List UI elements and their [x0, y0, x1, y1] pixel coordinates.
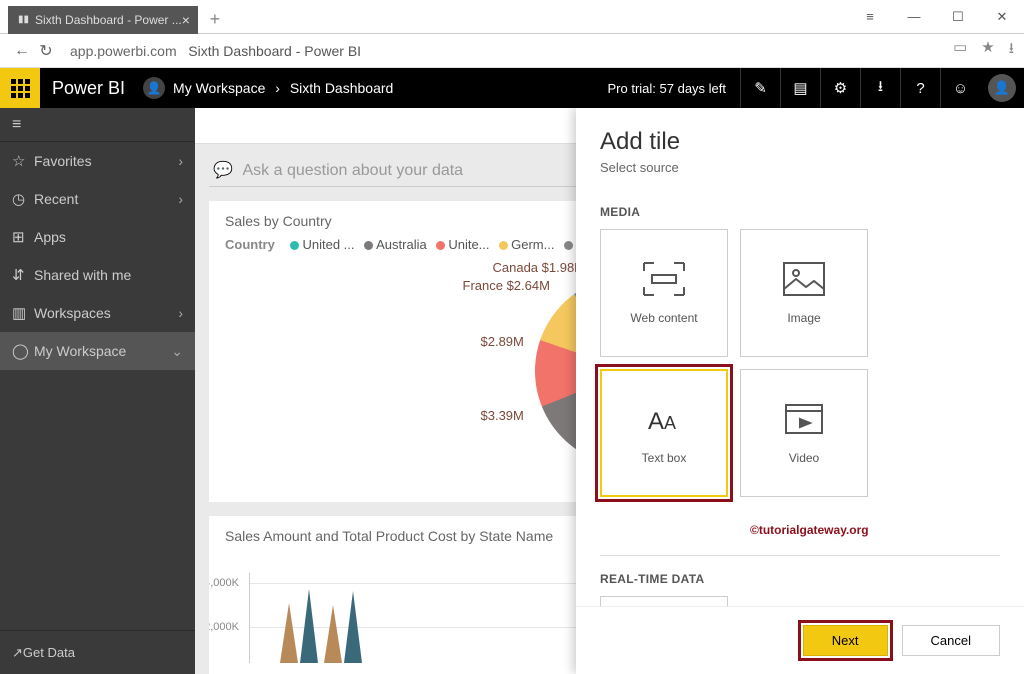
close-window-icon[interactable]: ✕	[980, 0, 1024, 34]
section-media-label: MEDIA	[600, 205, 1000, 219]
download-icon[interactable]: ⭳	[860, 68, 900, 108]
dashboard-canvas: ＋Add tile 📈Usage metrics ⇆View relat 💬 A…	[195, 108, 1024, 674]
hamburger-icon[interactable]: ≡	[0, 108, 195, 142]
help-icon[interactable]: ?	[900, 68, 940, 108]
app-launcher-button[interactable]	[0, 68, 40, 108]
arrow-icon: ↗	[12, 645, 23, 661]
workspace-icon: ▥	[12, 304, 34, 322]
add-tile-panel: Add tile Select source MEDIA Web content…	[576, 108, 1024, 674]
chevron-right-icon: ›	[178, 305, 183, 321]
maximize-icon[interactable]: ☐	[936, 0, 980, 34]
close-icon[interactable]: ×	[182, 12, 190, 28]
sidebar-item-shared[interactable]: ⇵Shared with me	[0, 256, 195, 294]
browser-titlebar: ▮▮ Sixth Dashboard - Power ... × + ≡ — ☐…	[0, 0, 1024, 34]
sidebar-item-recent[interactable]: ◷Recent›	[0, 180, 195, 218]
url-field[interactable]: app.powerbi.com Sixth Dashboard - Power …	[70, 43, 361, 59]
web-content-icon	[642, 261, 686, 297]
svg-text:A: A	[648, 408, 664, 435]
tile-image[interactable]: Image	[740, 229, 868, 357]
share-icon: ⇵	[12, 266, 34, 284]
bookmark-icon[interactable]: ★	[981, 38, 994, 63]
address-bar: ← ↻ app.powerbi.com Sixth Dashboard - Po…	[0, 34, 1024, 68]
waffle-icon	[11, 79, 30, 98]
tile-video[interactable]: Video	[740, 369, 868, 497]
panel-title: Add tile	[600, 128, 1000, 156]
sidebar-item-my-workspace[interactable]: ◯My Workspace⌄	[0, 332, 195, 370]
settings-icon[interactable]: ⚙	[820, 68, 860, 108]
avatar[interactable]: 👤	[988, 74, 1016, 102]
person-icon: 👤	[143, 77, 165, 99]
menu-icon[interactable]: ≡	[848, 0, 892, 34]
reload-icon[interactable]: ↻	[34, 41, 58, 61]
app-header: Power BI 👤 My Workspace › Sixth Dashboar…	[0, 68, 1024, 108]
browser-tab[interactable]: ▮▮ Sixth Dashboard - Power ... ×	[8, 6, 198, 34]
tile-text-box[interactable]: AA Text box	[600, 369, 728, 497]
sidebar-item-workspaces[interactable]: ▥Workspaces›	[0, 294, 195, 332]
chevron-down-icon: ⌄	[171, 343, 183, 360]
download-icon[interactable]: ⭳	[1009, 38, 1014, 63]
section-realtime-label: REAL-TIME DATA	[600, 572, 1000, 586]
sidebar: ≡ ☆Favorites› ◷Recent› ⊞Apps ⇵Shared wit…	[0, 108, 195, 674]
svg-text:A: A	[664, 413, 676, 433]
tile-web-content[interactable]: Web content	[600, 229, 728, 357]
watermark-label: ©tutorialgateway.org	[750, 523, 1000, 537]
image-icon	[782, 261, 826, 297]
minimize-icon[interactable]: —	[892, 0, 936, 34]
tile-realtime[interactable]	[600, 596, 728, 606]
new-tab-button[interactable]: +	[202, 7, 228, 33]
feedback-icon[interactable]: ☺	[940, 68, 980, 108]
brand-label: Power BI	[52, 78, 125, 99]
chevron-right-icon: ›	[178, 191, 183, 207]
clock-icon: ◷	[12, 190, 34, 208]
get-data-button[interactable]: ↗Get Data	[0, 630, 195, 674]
sidebar-item-apps[interactable]: ⊞Apps	[0, 218, 195, 256]
star-icon: ☆	[12, 152, 34, 170]
chat-icon: 💬	[213, 162, 233, 179]
cancel-button[interactable]: Cancel	[902, 625, 1000, 656]
chevron-right-icon: ›	[178, 153, 183, 169]
text-icon: AA	[642, 401, 686, 437]
next-button[interactable]: Next	[803, 625, 888, 656]
comment-icon[interactable]: ▤	[780, 68, 820, 108]
reader-icon[interactable]: ▭	[953, 38, 967, 63]
apps-icon: ⊞	[12, 228, 34, 246]
sidebar-item-favorites[interactable]: ☆Favorites›	[0, 142, 195, 180]
breadcrumb[interactable]: My Workspace › Sixth Dashboard	[173, 80, 393, 96]
panel-subtitle: Select source	[600, 160, 1000, 175]
trial-label: Pro trial: 57 days left	[594, 81, 741, 96]
tab-title: Sixth Dashboard - Power ...	[35, 13, 182, 27]
tab-favicon-icon: ▮▮	[18, 14, 29, 25]
edit-icon[interactable]: ✎	[740, 68, 780, 108]
person-icon: ◯	[12, 342, 34, 360]
back-icon[interactable]: ←	[10, 42, 34, 60]
video-icon	[782, 401, 826, 437]
